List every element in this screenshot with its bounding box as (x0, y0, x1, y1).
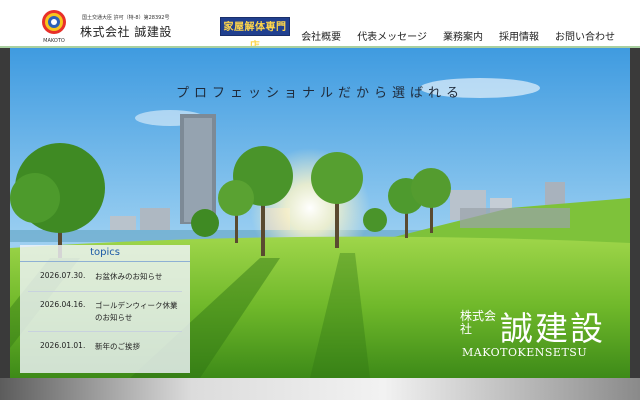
hero-brand-name: 誠建設 (500, 309, 605, 348)
topic-date: 2026.07.30. (40, 271, 86, 280)
hero-image: プロフェッショナルだから選ばれる 株式会社 誠建設 MAKOTOKENSETSU… (10, 48, 630, 378)
topic-date: 2026.04.16. (40, 300, 86, 309)
license-text: 国土交通大臣 許可（特-8）第28392号 (82, 15, 170, 21)
topic-title[interactable]: ゴールデンウィーク休業のお知らせ (95, 300, 180, 324)
demolition-badge[interactable]: 家屋解体専門店 (220, 17, 290, 52)
company-logo[interactable]: MAKOTO (38, 8, 70, 44)
hero-tagline: プロフェッショナルだから選ばれる (175, 86, 464, 101)
topics-panel: topics 2026.07.30. お盆休みのお知らせ 2026.04.16.… (20, 245, 190, 373)
nav-ceo-message[interactable]: 代表メッセージ (357, 28, 427, 43)
nav-services[interactable]: 業務案内 (443, 28, 483, 43)
nav-contact[interactable]: お問い合わせ (555, 28, 615, 43)
site-header: MAKOTO 国土交通大臣 許可（特-8）第28392号 株式会社 誠建設 家屋… (0, 0, 640, 52)
hero-section: プロフェッショナルだから選ばれる 株式会社 誠建設 MAKOTOKENSETSU… (0, 48, 640, 400)
next-section-preview (0, 378, 640, 400)
hero-brand-company-type: 株式会社 (460, 309, 497, 336)
main-nav: 会社概要 代表メッセージ 業務案内 採用情報 お問い合わせ (285, 28, 615, 43)
topics-heading: topics (20, 245, 190, 262)
topic-divider (28, 291, 182, 292)
nav-company-profile[interactable]: 会社概要 (301, 28, 341, 43)
topic-divider (28, 331, 182, 332)
company-name: 株式会社 誠建設 (80, 25, 172, 39)
logo-text: MAKOTO (43, 38, 65, 44)
topic-title[interactable]: お盆休みのお知らせ (95, 271, 180, 283)
nav-recruit[interactable]: 採用情報 (499, 28, 539, 43)
hero-brand-english: MAKOTOKENSETSU (462, 346, 588, 359)
topic-date: 2026.01.01. (40, 341, 86, 350)
topic-title[interactable]: 新年のご挨拶 (95, 341, 180, 353)
